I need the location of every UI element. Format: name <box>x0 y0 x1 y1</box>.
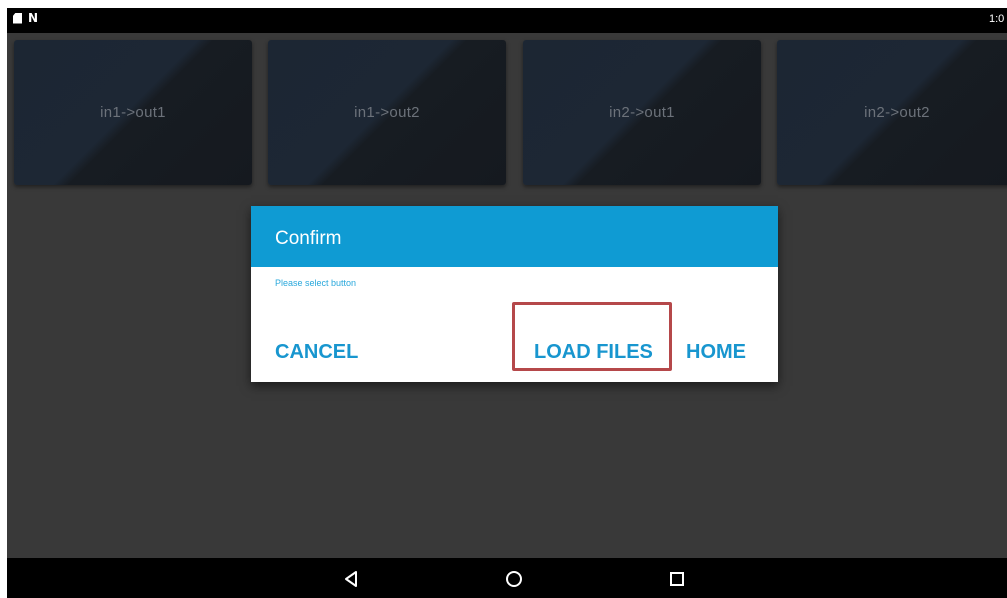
dialog-title: Confirm <box>275 228 342 249</box>
confirm-dialog: Confirm Please select button CANCEL LOAD… <box>251 206 778 382</box>
cancel-button[interactable]: CANCEL <box>275 340 358 364</box>
status-time: 1:0 <box>989 13 1005 25</box>
tile-in2-out1[interactable]: in2->out1 <box>523 40 761 185</box>
tile-in2-out2[interactable]: in2->out2 <box>777 40 1007 185</box>
routing-tiles: in1->out1 in1->out2 in2->out1 in2->out2 <box>7 33 1007 193</box>
tile-in1-out1[interactable]: in1->out1 <box>14 40 252 185</box>
status-icons: N <box>13 11 38 25</box>
nfc-n-icon: N <box>28 11 38 25</box>
android-screen: N 1:0 in1->out1 in1->out2 in2->out1 in2-… <box>7 8 1007 598</box>
tile-label: in2->out2 <box>864 104 930 121</box>
tile-in1-out2[interactable]: in1->out2 <box>268 40 506 185</box>
load-files-button[interactable]: LOAD FILES <box>534 340 653 364</box>
navigation-bar <box>7 558 1007 598</box>
dialog-header: Confirm <box>251 206 778 267</box>
sd-card-icon <box>13 12 22 24</box>
dialog-message: Please select button <box>275 278 357 288</box>
tile-label: in2->out1 <box>609 104 675 121</box>
status-bar: N 1:0 <box>7 8 1007 33</box>
back-icon[interactable] <box>342 569 362 589</box>
home-button[interactable]: HOME <box>686 340 746 364</box>
recent-apps-icon[interactable] <box>667 569 687 589</box>
tile-label: in1->out1 <box>100 104 166 121</box>
home-icon[interactable] <box>504 569 524 589</box>
tile-label: in1->out2 <box>354 104 420 121</box>
